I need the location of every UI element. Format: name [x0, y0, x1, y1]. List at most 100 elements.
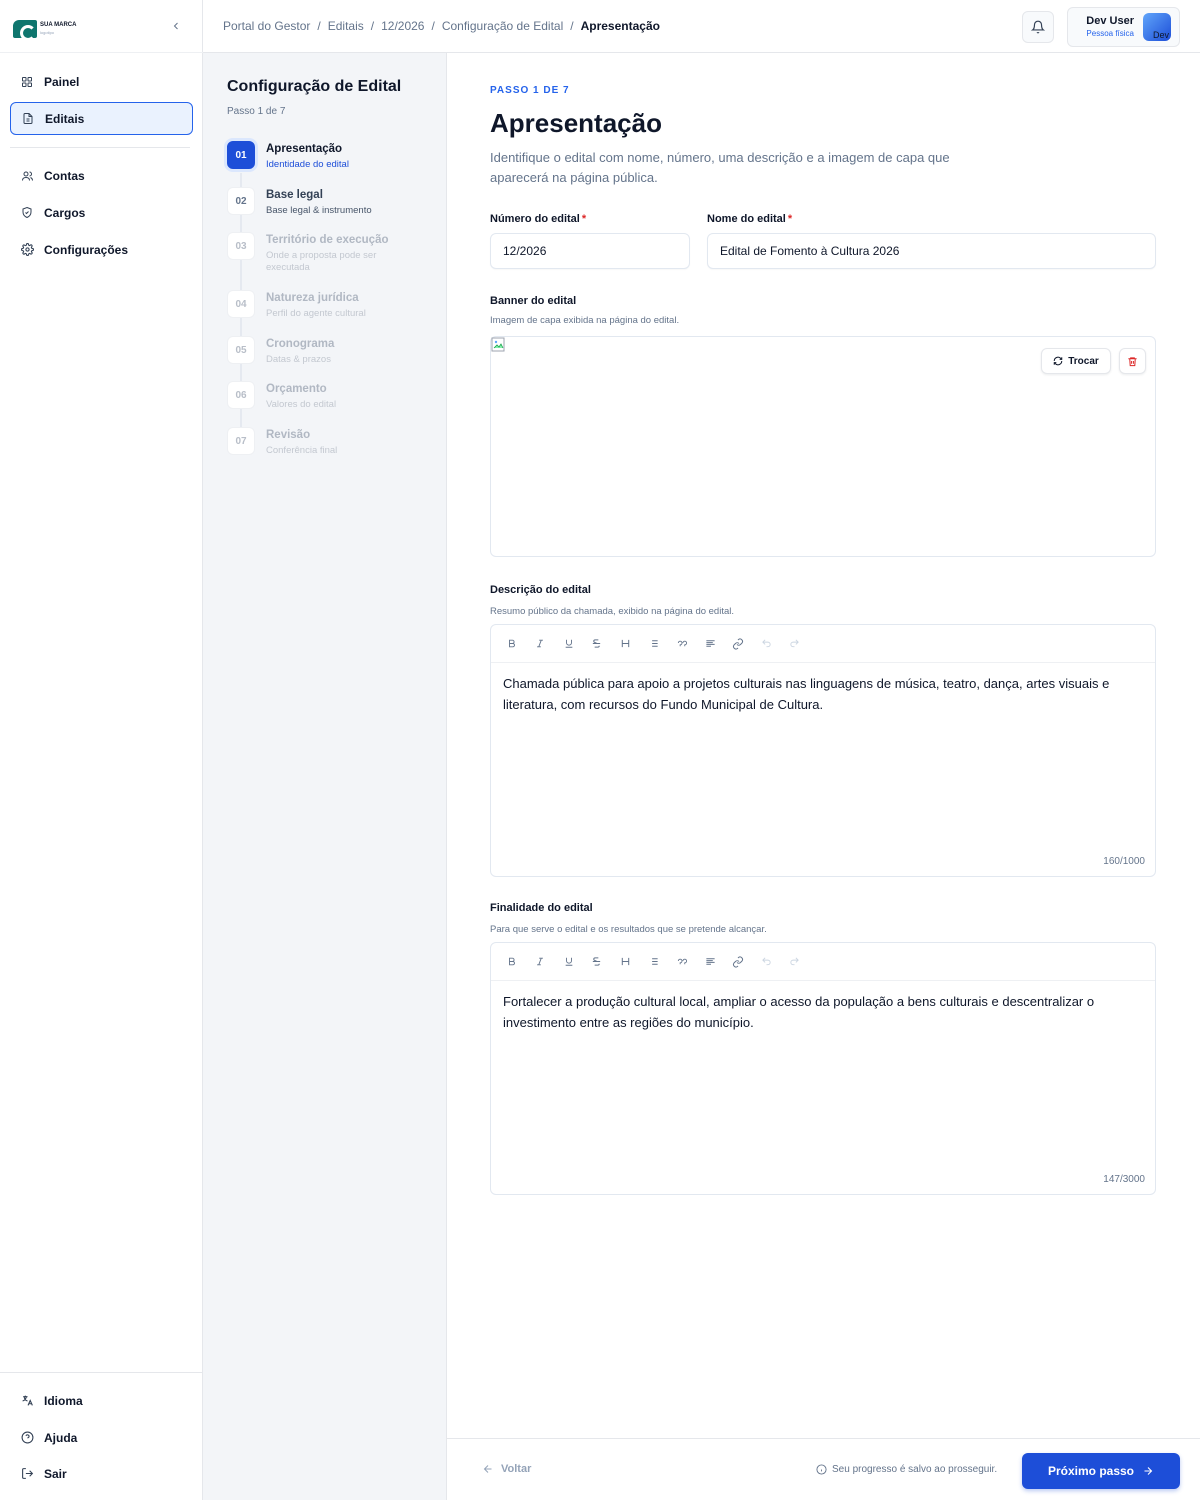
step-description: Base legal & instrumento: [266, 205, 372, 216]
italic-icon[interactable]: [533, 955, 547, 969]
banner-hint: Imagem de capa exibida na página do edit…: [490, 315, 680, 326]
brand-mark-icon: [13, 20, 37, 41]
quote-icon[interactable]: [675, 955, 689, 969]
sidebar-item-label: Configurações: [44, 242, 129, 257]
character-counter: 160/1000: [1103, 856, 1145, 867]
back-button[interactable]: Voltar: [482, 1463, 531, 1475]
save-note: Seu progresso é salvo ao prosseguir.: [816, 1464, 997, 1475]
steps-panel: Configuração de Edital Passo 1 de 7 01 A…: [203, 53, 447, 1500]
next-step-button[interactable]: Próximo passo: [1022, 1453, 1180, 1489]
sidebar-item-label: Painel: [44, 74, 80, 89]
strikethrough-icon[interactable]: [590, 955, 604, 969]
breadcrumb-item[interactable]: Configuração de Edital: [442, 19, 563, 33]
step-description: Identidade do edital: [266, 159, 349, 170]
sidebar-item-ajuda[interactable]: Ajuda: [10, 1421, 193, 1454]
sidebar-item-contas[interactable]: Contas: [10, 159, 193, 192]
descricao-content[interactable]: Chamada pública para apoio a projetos cu…: [491, 663, 1155, 725]
underline-icon[interactable]: [562, 955, 576, 969]
step-title: Território de execução: [266, 234, 389, 246]
sidebar-item-label: Ajuda: [44, 1430, 78, 1445]
link-icon[interactable]: [731, 955, 745, 969]
banner-preview[interactable]: Trocar: [490, 336, 1156, 557]
users-icon: [20, 169, 34, 183]
numero-label: Número do edital *: [490, 213, 587, 225]
sidebar: SUA MARCA logotipo Painel Editais Contas…: [0, 0, 203, 1500]
breadcrumb-item[interactable]: 12/2026: [381, 19, 424, 33]
user-type: Pessoa física: [1086, 29, 1134, 38]
step-description: Valores do edital: [266, 399, 337, 410]
step-description: Conferência final: [266, 445, 338, 456]
divider: [10, 147, 190, 148]
sidebar-item-painel[interactable]: Painel: [10, 65, 193, 98]
align-icon[interactable]: [703, 955, 717, 969]
finalidade-content[interactable]: Fortalecer a produção cultural local, am…: [491, 981, 1155, 1043]
step-description: Datas & prazos: [266, 354, 331, 365]
heading-icon[interactable]: [618, 637, 632, 651]
step-number: 07: [227, 427, 255, 455]
finalidade-editor[interactable]: Fortalecer a produção cultural local, am…: [490, 942, 1156, 1195]
shield-check-icon: [20, 206, 34, 220]
editor-toolbar: [491, 943, 1155, 981]
descricao-label: Descrição do edital: [490, 584, 591, 596]
top-header: Portal do Gestor / Editais / 12/2026 / C…: [203, 0, 1200, 53]
descricao-hint: Resumo público da chamada, exibido na pá…: [490, 606, 734, 617]
divider: [0, 52, 203, 53]
descricao-editor[interactable]: Chamada pública para apoio a projetos cu…: [490, 624, 1156, 877]
user-menu[interactable]: Dev User Pessoa física Dev: [1067, 7, 1180, 47]
document-icon: [21, 112, 35, 126]
breadcrumb-item[interactable]: Portal do Gestor: [223, 19, 310, 33]
redo-icon[interactable]: [788, 955, 802, 969]
swap-banner-button[interactable]: Trocar: [1041, 348, 1111, 374]
sidebar-item-editais[interactable]: Editais: [10, 102, 193, 135]
broken-image-icon: [491, 337, 505, 352]
redo-icon[interactable]: [788, 637, 802, 651]
brand-logo[interactable]: SUA MARCA logotipo: [13, 20, 77, 41]
step-title: Apresentação: [266, 143, 343, 155]
step-number: 03: [227, 232, 255, 260]
arrow-right-icon: [1142, 1465, 1154, 1477]
sidebar-item-sair[interactable]: Sair: [10, 1457, 193, 1490]
breadcrumb-separator: /: [431, 19, 435, 33]
user-name: Dev User: [1086, 15, 1134, 27]
undo-icon[interactable]: [760, 955, 774, 969]
trash-icon: [1128, 356, 1137, 366]
step-title: Natureza jurídica: [266, 292, 359, 304]
step-number: 02: [227, 187, 255, 215]
sidebar-item-label: Sair: [44, 1466, 67, 1481]
character-counter: 147/3000: [1103, 1174, 1145, 1185]
numero-input[interactable]: 12/2026: [490, 233, 690, 269]
sidebar-item-label: Cargos: [44, 205, 86, 220]
step-title: Orçamento: [266, 383, 327, 395]
sidebar-item-configuracoes[interactable]: Configurações: [10, 233, 193, 266]
notifications-button[interactable]: [1022, 11, 1054, 43]
quote-icon[interactable]: [675, 637, 689, 651]
nome-input[interactable]: Edital de Fomento à Cultura 2026: [707, 233, 1156, 269]
page-title: Apresentação: [490, 108, 662, 138]
sidebar-item-idioma[interactable]: Idioma: [10, 1384, 193, 1417]
brand-name: SUA MARCA logotipo: [40, 22, 77, 35]
bullet-list-icon[interactable]: [646, 637, 660, 651]
step-title: Revisão: [266, 429, 311, 441]
bold-icon[interactable]: [505, 955, 519, 969]
breadcrumb-item[interactable]: Editais: [328, 19, 364, 33]
undo-icon[interactable]: [760, 637, 774, 651]
main-content: PASSO 1 DE 7 Apresentação Identifique o …: [447, 53, 1200, 1438]
collapse-sidebar-button[interactable]: [168, 18, 184, 34]
align-icon[interactable]: [703, 637, 717, 651]
underline-icon[interactable]: [562, 637, 576, 651]
bell-icon: [1031, 20, 1045, 34]
banner-label: Banner do edital: [490, 295, 577, 307]
step-title: Base legal: [266, 189, 323, 201]
bullet-list-icon[interactable]: [646, 955, 660, 969]
chevron-left-icon: [173, 22, 178, 30]
strikethrough-icon[interactable]: [590, 637, 604, 651]
finalidade-hint: Para que serve o edital e os resultados …: [490, 924, 767, 935]
heading-icon[interactable]: [618, 955, 632, 969]
delete-banner-button[interactable]: [1119, 348, 1146, 374]
bold-icon[interactable]: [505, 637, 519, 651]
step-eyebrow: PASSO 1 DE 7: [490, 85, 570, 96]
italic-icon[interactable]: [533, 637, 547, 651]
sidebar-item-cargos[interactable]: Cargos: [10, 196, 193, 229]
link-icon[interactable]: [731, 637, 745, 651]
required-marker: *: [581, 213, 587, 225]
